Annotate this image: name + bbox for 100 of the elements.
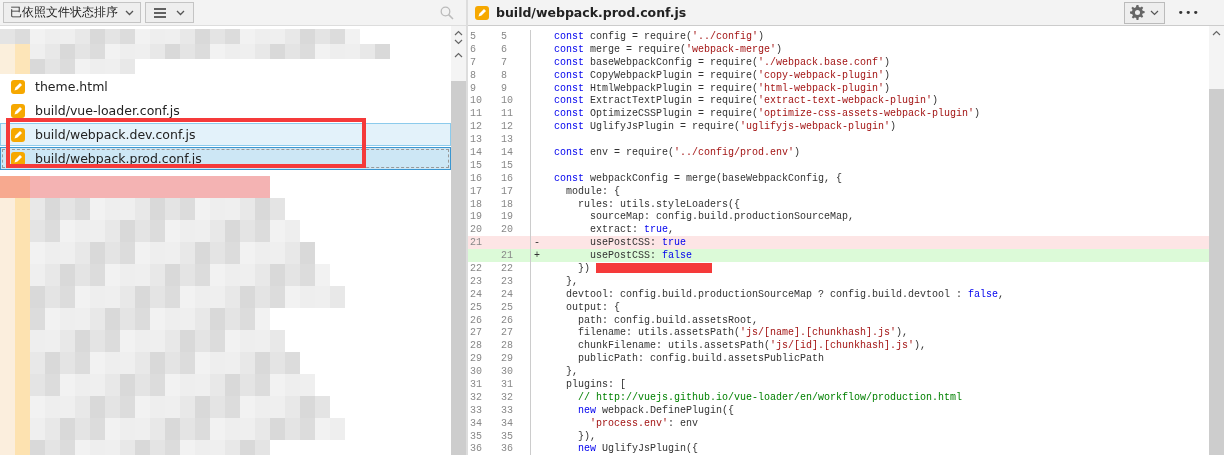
- code-line: 'process.env': env: [589, 417, 699, 429]
- code-line: // http://vuejs.github.io/vue-loader/en/workflow/production.html: [577, 391, 963, 403]
- line-number: 26: [469, 314, 483, 326]
- line-number: 16: [469, 172, 483, 184]
- code-line: const CopyWebpackPlugin = require('copy-webpack-plugin'): [553, 69, 891, 81]
- line-number: 24: [469, 288, 483, 300]
- line-number: 18: [500, 198, 514, 210]
- line-number: 17: [500, 185, 514, 197]
- line-number: 32: [500, 391, 514, 403]
- code-line: },: [565, 275, 578, 287]
- code-line: module: {: [565, 185, 620, 197]
- settings-dropdown[interactable]: [1123, 1, 1165, 24]
- code-line: extract: true,: [589, 224, 675, 236]
- line-number: 25: [469, 301, 483, 313]
- code-line: const env = require('../config/prod.env'): [553, 146, 801, 158]
- chevron-up-icon[interactable]: [1212, 30, 1221, 36]
- line-number: 9: [500, 82, 508, 94]
- code-line: }): [577, 262, 590, 274]
- code-line: },: [565, 366, 578, 378]
- code-line: new webpack.DefinePlugin({: [577, 404, 735, 416]
- pencil-icon: [11, 79, 25, 94]
- chevron-up-icon[interactable]: [454, 30, 463, 36]
- line-number: 23: [469, 275, 483, 287]
- line-number: 28: [469, 340, 483, 352]
- code-line: const webpackConfig = merge(baseWebpackConfig, {: [553, 172, 843, 184]
- line-number: 30: [500, 366, 514, 378]
- code-line: const UglifyJsPlugin = require('uglifyjs-webpack-plugin'): [553, 121, 897, 133]
- file-title: build/webpack.prod.conf.js: [496, 5, 687, 20]
- code-line: const config = require('../config'): [553, 30, 765, 42]
- line-number: 12: [469, 121, 483, 133]
- line-number: 14: [500, 146, 514, 158]
- code-line: new UglifyJsPlugin({: [577, 443, 699, 455]
- settings-icon: [1129, 5, 1145, 20]
- line-number: 19: [469, 211, 483, 223]
- code-line: usePostCSS: true: [589, 237, 687, 249]
- line-number: 34: [469, 417, 483, 429]
- line-number: 25: [500, 301, 514, 313]
- code-line: const HtmlWebpackPlugin = require('html-webpack-plugin'): [553, 82, 891, 94]
- line-number: 31: [500, 379, 514, 390]
- code-line: const ExtractTextPlugin = require('extract-text-webpack-plugin'): [553, 95, 939, 107]
- line-number: 34: [500, 417, 514, 429]
- code-line: }),: [577, 430, 596, 442]
- chevron-down-icon[interactable]: [454, 39, 463, 45]
- line-number: 13: [469, 134, 483, 146]
- file-item[interactable]: build/vue-loader.conf.js: [0, 99, 451, 122]
- line-number: 36: [469, 443, 483, 455]
- line-number: 12: [500, 121, 514, 133]
- line-number: 29: [469, 353, 483, 365]
- line-number: 31: [469, 379, 483, 390]
- line-number: 22: [500, 262, 514, 274]
- line-number: 10: [469, 95, 483, 107]
- line-number: 9: [469, 82, 477, 94]
- more-button[interactable]: •••: [1171, 6, 1206, 19]
- line-number: 21: [500, 250, 514, 262]
- code-line: publicPath: config.build.assetsPublicPath: [577, 353, 825, 365]
- line-number: 19: [500, 211, 514, 223]
- line-number: 7: [469, 56, 477, 68]
- pencil-icon: [11, 127, 25, 142]
- code-line: usePostCSS: false: [589, 250, 693, 262]
- line-number: 5: [500, 30, 508, 42]
- line-number: 21: [469, 237, 483, 249]
- line-number: 10: [500, 95, 514, 107]
- line-number: 20: [500, 224, 514, 236]
- line-number: 15: [469, 159, 483, 171]
- code-line: output: {: [565, 301, 620, 313]
- caret-icon: [1149, 9, 1159, 16]
- line-number: 16: [500, 172, 514, 184]
- list-icon: [154, 7, 166, 18]
- sort-dropdown[interactable]: 已依照文件状态排序: [3, 2, 141, 23]
- line-number: 11: [500, 108, 514, 120]
- code-line: chunkFilename: utils.assetsPath('js/[id].[chunkhash].js'),: [577, 340, 927, 352]
- line-number: 32: [469, 391, 483, 403]
- line-number: 17: [469, 185, 483, 197]
- code-line: plugins: [: [565, 379, 626, 390]
- line-number: 27: [469, 327, 483, 339]
- caret-icon: [125, 9, 134, 16]
- file-item[interactable]: build/webpack.dev.conf.js: [0, 123, 451, 146]
- line-number: 7: [500, 56, 508, 68]
- line-number: 35: [500, 430, 514, 442]
- line-number: 36: [500, 443, 514, 455]
- line-number: 6: [500, 43, 508, 55]
- pencil-icon: [11, 103, 25, 118]
- chevron-up-icon[interactable]: [454, 52, 463, 58]
- code-line: devtool: config.build.productionSourceMap ? config.build.devtool : false,: [565, 288, 1005, 300]
- line-number: 6: [469, 43, 477, 55]
- line-number: 30: [469, 366, 483, 378]
- line-number: 27: [500, 327, 514, 339]
- view-mode-dropdown[interactable]: [145, 2, 194, 23]
- caret-icon: [176, 9, 185, 16]
- code-line: path: config.build.assetsRoot,: [577, 314, 759, 326]
- pencil-icon: [11, 151, 25, 166]
- line-number: 24: [500, 288, 514, 300]
- line-number: 23: [500, 275, 514, 287]
- line-number: 28: [500, 340, 514, 352]
- line-number: 14: [469, 146, 483, 158]
- file-item[interactable]: theme.html: [0, 75, 451, 98]
- line-number: 11: [469, 108, 483, 120]
- code-line: rules: utils.styleLoaders({: [577, 198, 741, 210]
- line-number: 22: [469, 262, 483, 274]
- code-line: const OptimizeCSSPlugin = require('optimize-css-assets-webpack-plugin'): [553, 108, 981, 120]
